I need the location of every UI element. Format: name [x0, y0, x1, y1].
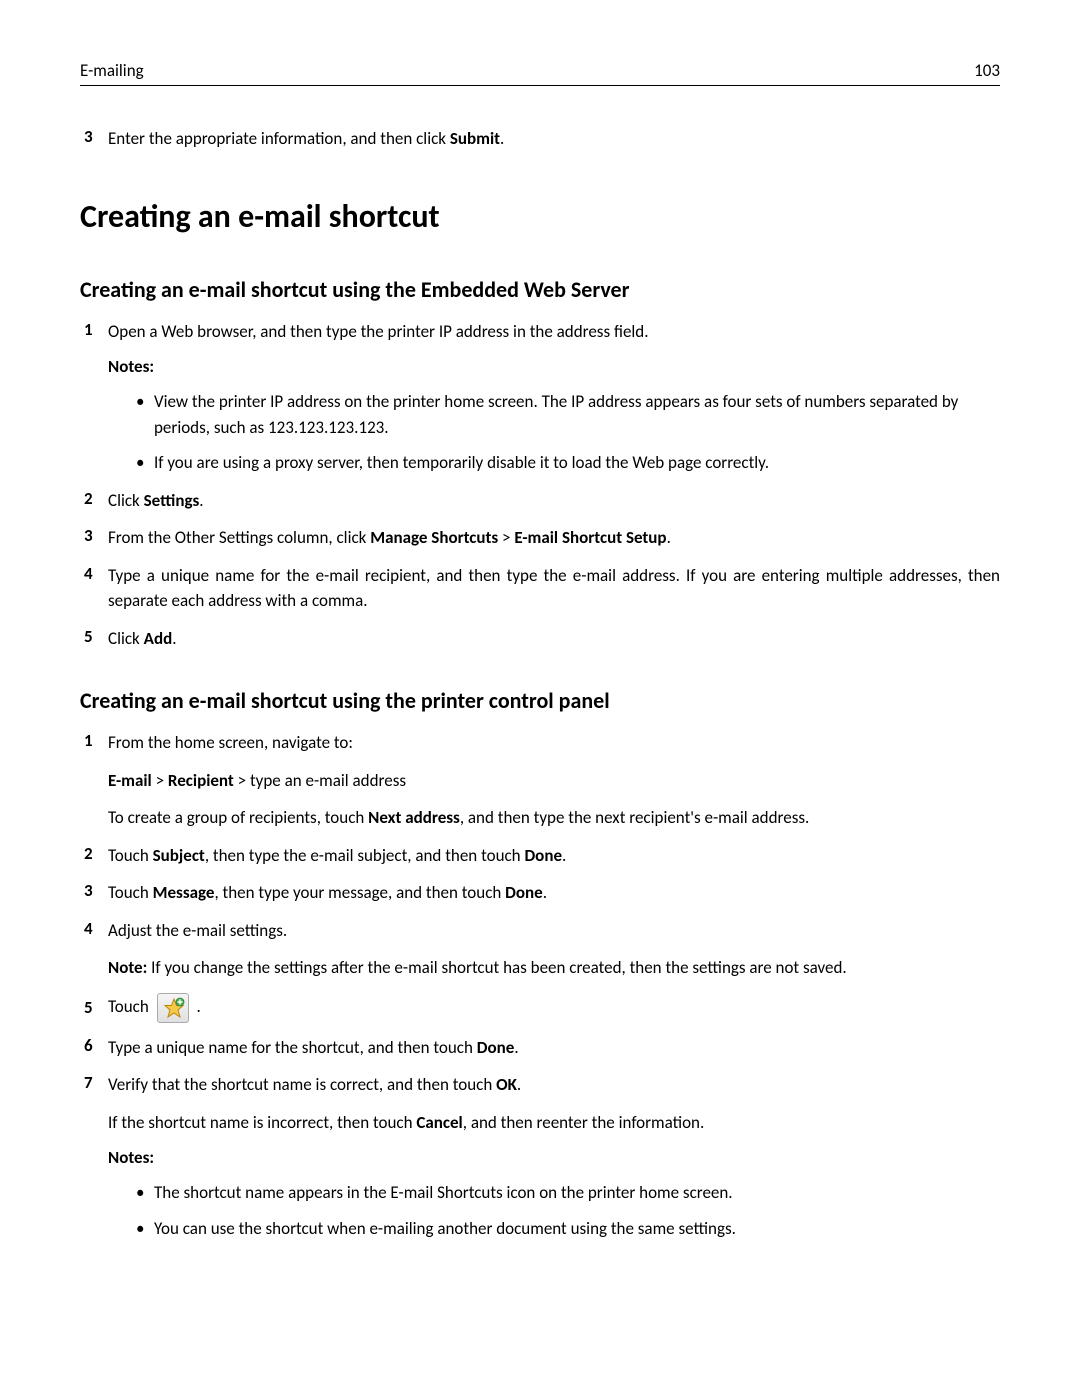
step-item: 1 From the home screen, navigate to: E-m… [84, 730, 1000, 831]
bullet-dot-icon: • [136, 1216, 154, 1242]
step-number: 7 [84, 1072, 108, 1135]
step-number: 1 [84, 319, 108, 345]
step-number: 3 [84, 880, 108, 906]
step-text: Enter the appropriate information, and t… [108, 126, 1000, 152]
step-item: 1 Open a Web browser, and then type the … [84, 319, 1000, 345]
step-number: 2 [84, 488, 108, 514]
step-number: 6 [84, 1035, 108, 1061]
bullet-item: • View the printer IP address on the pri… [136, 389, 1000, 440]
step-text: Touch Subject, then type the e-mail subj… [108, 843, 1000, 869]
step-number: 3 [84, 126, 108, 152]
step-item: 2 Click Settings. [84, 488, 1000, 514]
step-number: 5 [84, 626, 108, 652]
step-text: Verify that the shortcut name is correct… [108, 1072, 1000, 1135]
step-number: 4 [84, 918, 108, 981]
section-title: E-mailing [80, 60, 144, 81]
step-item: 6 Type a unique name for the shortcut, a… [84, 1035, 1000, 1061]
heading-2: Creating an e-mail shortcut using the Em… [80, 276, 1000, 303]
step-item: 7 Verify that the shortcut name is corre… [84, 1072, 1000, 1135]
step-number: 5 [84, 997, 108, 1018]
page-number: 103 [974, 60, 1000, 81]
page-header: E-mailing 103 [80, 60, 1000, 86]
step-item: 5 Click Add. [84, 626, 1000, 652]
bullet-dot-icon: • [136, 1180, 154, 1206]
step-item: 4 Type a unique name for the e-mail reci… [84, 563, 1000, 614]
step-text: Click Add. [108, 626, 1000, 652]
add-shortcut-star-icon [157, 993, 189, 1023]
step-item: 4 Adjust the e-mail settings. Note: If y… [84, 918, 1000, 981]
bullet-item: • If you are using a proxy server, then … [136, 450, 1000, 476]
heading-1: Creating an e-mail shortcut [80, 197, 1000, 236]
step-text: Type a unique name for the shortcut, and… [108, 1035, 1000, 1061]
bullet-dot-icon: • [136, 450, 154, 476]
step-text: From the home screen, navigate to: E-mai… [108, 730, 1000, 831]
bullet-list: • View the printer IP address on the pri… [136, 389, 1000, 476]
step-item: 3 From the Other Settings column, click … [84, 525, 1000, 551]
step-text: Open a Web browser, and then type the pr… [108, 319, 1000, 345]
bullet-item: • The shortcut name appears in the E-mai… [136, 1180, 1000, 1206]
step-text: From the Other Settings column, click Ma… [108, 525, 1000, 551]
step-item: 2 Touch Subject, then type the e-mail su… [84, 843, 1000, 869]
step-number: 3 [84, 525, 108, 551]
bullet-list: • The shortcut name appears in the E-mai… [136, 1180, 1000, 1241]
heading-2: Creating an e-mail shortcut using the pr… [80, 687, 1000, 714]
step-text: Type a unique name for the e-mail recipi… [108, 563, 1000, 614]
notes-label: Notes: [108, 356, 1000, 377]
notes-label: Notes: [108, 1147, 1000, 1168]
step-text: Adjust the e-mail settings. Note: If you… [108, 918, 1000, 981]
step-item: 5 Touch . [84, 993, 1000, 1023]
step-text: Click Settings. [108, 488, 1000, 514]
bullet-dot-icon: • [136, 389, 154, 440]
step-number: 2 [84, 843, 108, 869]
step-item: 3 Enter the appropriate information, and… [84, 126, 1000, 152]
bullet-item: • You can use the shortcut when e-mailin… [136, 1216, 1000, 1242]
step-text: Touch . [108, 993, 1000, 1023]
step-text: Touch Message, then type your message, a… [108, 880, 1000, 906]
step-number: 4 [84, 563, 108, 614]
step-number: 1 [84, 730, 108, 831]
step-item: 3 Touch Message, then type your message,… [84, 880, 1000, 906]
